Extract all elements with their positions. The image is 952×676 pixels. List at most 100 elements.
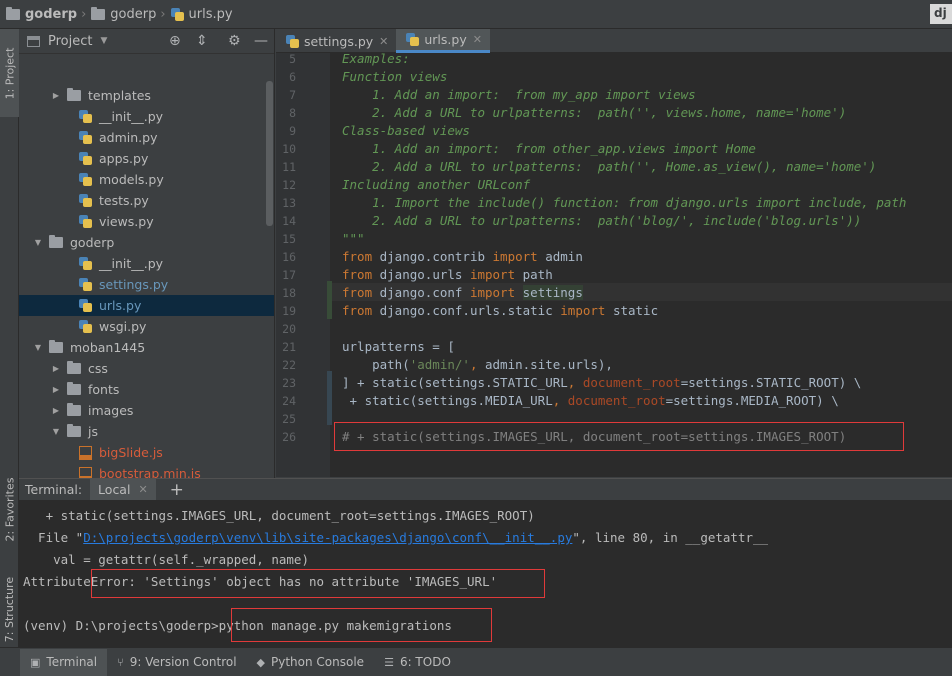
tree-item-urls-py[interactable]: urls.py (19, 295, 274, 316)
breadcrumb-file[interactable]: urls.py (170, 7, 233, 22)
tree-item-js[interactable]: js (19, 421, 274, 442)
collapse-arrow-icon[interactable] (49, 91, 63, 100)
hide-panel-icon[interactable]: — (254, 34, 268, 48)
code-line: 12 Including another URLconf (276, 176, 952, 194)
javascript-file-icon (79, 445, 92, 460)
folder-icon (49, 340, 63, 353)
breadcrumb-package[interactable]: goderp › (91, 6, 170, 22)
tree-item-css[interactable]: css (19, 358, 274, 379)
close-icon[interactable]: ✕ (473, 33, 482, 46)
run-configuration-badge[interactable]: dj (930, 4, 952, 24)
python-file-icon (79, 152, 92, 165)
breadcrumb-label: goderp (25, 6, 78, 22)
annotation-box-error (91, 569, 545, 598)
line-number: 5 (289, 53, 296, 66)
code-text: from django.urls import path (342, 267, 553, 282)
python-console-icon: ◆ (256, 655, 266, 669)
tree-scrollbar[interactable] (266, 81, 273, 226)
tree-item-moban1445[interactable]: moban1445 (19, 337, 274, 358)
code-text: Function views (342, 69, 448, 84)
code-text: 2. Add a URL to urlpatterns: path('', vi… (342, 105, 847, 120)
tree-item-apps-py[interactable]: apps.py (19, 148, 274, 169)
code-line: 15 """ (276, 230, 952, 248)
collapse-arrow-icon[interactable] (49, 385, 63, 394)
expand-arrow-icon[interactable] (31, 343, 45, 352)
tree-item-label: urls.py (99, 298, 142, 313)
collapse-arrow-icon[interactable] (49, 364, 63, 373)
close-icon[interactable]: ✕ (379, 35, 388, 48)
tree-item-label: fonts (88, 382, 120, 397)
line-number: 25 (282, 412, 296, 426)
expand-arrow-icon[interactable] (49, 427, 63, 436)
line-number: 7 (289, 88, 296, 102)
chevron-down-icon[interactable]: ▼ (100, 36, 107, 46)
editor-tab-urls[interactable]: urls.py ✕ (396, 29, 490, 53)
tree-item-bootstrap-min-js[interactable]: bootstrap.min.js (19, 463, 274, 478)
python-file-icon (286, 34, 299, 48)
python-file-icon (79, 278, 92, 291)
tree-item-admin-py[interactable]: admin.py (19, 127, 274, 148)
navigation-bar: goderp › goderp › urls.py dj (0, 0, 952, 29)
tree-item-goderp[interactable]: goderp (19, 232, 274, 253)
tree-item-fonts[interactable]: fonts (19, 379, 274, 400)
locate-target-icon[interactable]: ⊕ (169, 34, 181, 48)
project-view-selector[interactable]: Project (48, 34, 92, 49)
terminal-text: ", line 80, in __getattr__ (572, 530, 769, 545)
tree-item-images[interactable]: images (19, 400, 274, 421)
new-terminal-button[interactable]: + (170, 481, 184, 498)
editor-tab-settings[interactable]: settings.py ✕ (276, 29, 396, 53)
collapse-all-icon[interactable]: ⇕ (196, 34, 208, 48)
left-tool-strip: 1: Project 2: Favorites 7: Structure (0, 29, 19, 647)
tree-item-init-py[interactable]: __init__.py (19, 253, 274, 274)
tool-tab-structure[interactable]: 7: Structure (0, 559, 19, 659)
bottom-tab-terminal[interactable]: ▣ Terminal (20, 648, 108, 676)
python-file-icon (79, 299, 92, 312)
line-number: 6 (289, 70, 296, 84)
code-line: 7 1. Add an import: from my_app import v… (276, 86, 952, 104)
code-line: 8 2. Add a URL to urlpatterns: path('', … (276, 104, 952, 122)
tree-item-wsgi-py[interactable]: wsgi.py (19, 316, 274, 337)
bottom-tab-python-console[interactable]: ◆ Python Console (247, 649, 375, 676)
collapse-arrow-icon[interactable] (49, 406, 63, 415)
bottom-tab-version-control[interactable]: ⑂ 9: Version Control (107, 649, 246, 676)
code-line: 10 1. Add an import: from other_app.view… (276, 140, 952, 158)
tree-item-label: admin.py (99, 130, 158, 145)
code-editor[interactable]: 5 Examples: 6 Function views 7 1. Add an imp… (276, 53, 952, 477)
editor-tab-bar: settings.py ✕ urls.py ✕ (276, 29, 952, 53)
tree-item-models-py[interactable]: models.py (19, 169, 274, 190)
tree-item-label: __init__.py (99, 109, 164, 124)
tree-item-init-py[interactable]: __init__.py (19, 106, 274, 127)
line-number: 10 (282, 142, 296, 156)
tree-item-tests-py[interactable]: tests.py (19, 190, 274, 211)
close-icon[interactable]: ✕ (138, 483, 147, 496)
annotation-box-commented-line (334, 422, 904, 451)
code-text: + static(settings.MEDIA_URL, document_ro… (342, 393, 839, 408)
folder-icon (67, 403, 81, 416)
folder-icon (6, 6, 20, 20)
terminal-line: val = getattr(self._wrapped, name) (23, 552, 309, 567)
python-file-icon (79, 194, 92, 207)
python-file-icon (170, 7, 184, 21)
breadcrumb-project[interactable]: goderp › (6, 6, 91, 22)
tree-item-views-py[interactable]: views.py (19, 211, 274, 232)
tree-item-bigslide-js[interactable]: bigSlide.js (19, 442, 274, 463)
tree-item-label: css (88, 361, 108, 376)
bottom-tab-todo[interactable]: ☰ 6: TODO (374, 649, 461, 676)
folder-icon (67, 382, 81, 395)
gear-icon[interactable]: ⚙ (228, 34, 241, 48)
tree-item-label: js (88, 424, 98, 439)
code-line: 13 1. Import the include() function: fro… (276, 194, 952, 212)
code-text: 1. Import the include() function: from d… (342, 195, 907, 210)
tool-tab-favorites[interactable]: 2: Favorites (0, 459, 19, 559)
line-number: 18 (282, 286, 296, 300)
bottom-tool-bar: ▣ Terminal ⑂ 9: Version Control ◆ Python… (0, 647, 952, 676)
terminal-tab-local[interactable]: Local ✕ (90, 479, 156, 500)
code-line: 16 from django.contrib import admin (276, 248, 952, 266)
line-number: 26 (282, 430, 296, 444)
tree-item-settings-py[interactable]: settings.py (19, 274, 274, 295)
tree-item-templates[interactable]: templates (19, 85, 274, 106)
file-path-link[interactable]: D:\projects\goderp\venv\lib\site-package… (83, 530, 572, 545)
expand-arrow-icon[interactable] (31, 238, 45, 247)
line-number: 11 (282, 160, 296, 174)
tool-tab-project[interactable]: 1: Project (0, 29, 19, 117)
